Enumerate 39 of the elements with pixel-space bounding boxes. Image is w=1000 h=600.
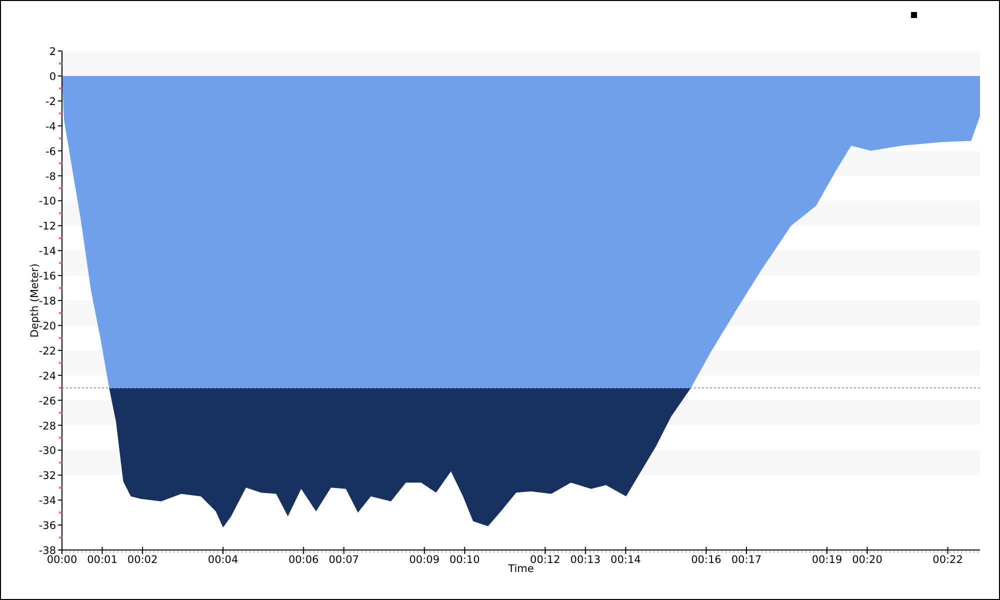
- x-tick-label: 00:00: [46, 554, 78, 566]
- y-tick-label: -22: [38, 345, 56, 358]
- y-tick-label: -24: [38, 370, 56, 382]
- y-tick-label: -10: [38, 196, 56, 208]
- y-tick-label: -18: [38, 296, 56, 308]
- y-tick-label: -2: [46, 96, 56, 108]
- x-tick-label: 00:06: [288, 554, 319, 566]
- x-tick-label: 00:22: [932, 554, 963, 566]
- legend-marker: [911, 12, 917, 18]
- x-tick-label: 00:14: [610, 554, 641, 566]
- y-tick-label: -34: [38, 495, 56, 508]
- y-tick-label: 2: [49, 46, 56, 58]
- y-tick-label: -20: [38, 320, 56, 332]
- x-tick-label: 00:17: [731, 554, 762, 566]
- x-tick-label: 00:20: [852, 554, 882, 566]
- y-tick-label: -6: [46, 146, 56, 158]
- y-tick-label: -32: [38, 470, 56, 482]
- y-tick-label: -30: [38, 445, 56, 458]
- x-tick-label: 00:02: [127, 554, 158, 566]
- x-tick-label: 00:13: [570, 554, 601, 566]
- y-tick-label: -36: [38, 520, 56, 532]
- x-tick-label: 00:09: [409, 554, 440, 566]
- y-tick-label: -28: [38, 420, 56, 432]
- y-tick-label: 0: [49, 70, 56, 83]
- x-tick-label: 00:04: [208, 554, 238, 566]
- y-axis-title: Depth (Meter): [29, 264, 41, 338]
- y-tick-label: -4: [46, 120, 56, 133]
- x-tick-label: 00:16: [691, 554, 722, 566]
- y-tick-label: -12: [38, 220, 56, 233]
- y-tick-label: -26: [38, 395, 56, 408]
- x-tick-label: 00:01: [87, 554, 118, 566]
- x-tick-label: 00:10: [450, 554, 480, 566]
- y-tick-label: -14: [38, 246, 56, 258]
- x-tick-label: 00:19: [812, 554, 842, 566]
- x-tick-label: 00:07: [328, 554, 359, 566]
- y-tick-label: -16: [38, 270, 56, 283]
- x-tick-label: 00:12: [530, 554, 560, 566]
- x-axis-title: Time: [508, 563, 534, 575]
- y-tick-label: -8: [46, 170, 56, 183]
